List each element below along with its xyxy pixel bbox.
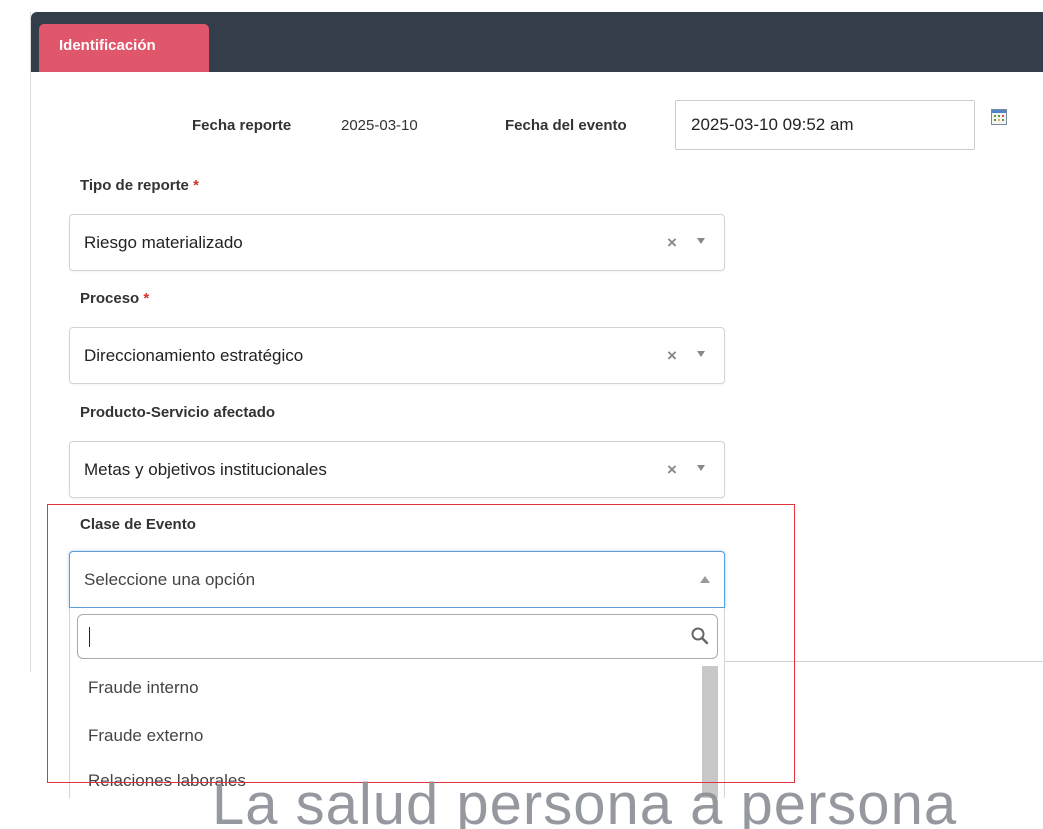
fecha-evento-label: Fecha del evento: [505, 117, 627, 134]
watermark-slogan: La salud persona a persona: [212, 772, 958, 829]
producto-select[interactable]: Metas y objetivos institucionales ×: [69, 441, 725, 498]
clase-evento-label: Clase de Evento: [80, 516, 196, 533]
chevron-down-icon[interactable]: [697, 351, 705, 357]
chevron-up-icon[interactable]: [700, 576, 710, 583]
proceso-select[interactable]: Direccionamiento estratégico ×: [69, 327, 725, 384]
clear-icon[interactable]: ×: [667, 442, 677, 497]
search-icon: [691, 627, 709, 645]
chevron-down-icon[interactable]: [697, 465, 705, 471]
clase-evento-dropdown: Fraude interno Fraude externo Relaciones…: [69, 608, 725, 798]
tipo-reporte-select[interactable]: Riesgo materializado ×: [69, 214, 725, 271]
dropdown-option[interactable]: Fraude externo: [88, 726, 203, 746]
clase-evento-placeholder: Seleccione una opción: [84, 570, 256, 589]
chevron-down-icon[interactable]: [697, 238, 705, 244]
fecha-evento-input[interactable]: 2025-03-10 09:52 am: [675, 100, 975, 150]
clear-icon[interactable]: ×: [667, 215, 677, 270]
producto-value: Metas y objetivos institucionales: [84, 460, 327, 479]
dropdown-option[interactable]: Fraude interno: [88, 678, 199, 698]
required-mark: *: [143, 290, 150, 307]
tipo-reporte-label: Tipo de reporte *: [80, 177, 199, 194]
dropdown-search-input[interactable]: [77, 614, 718, 659]
tipo-reporte-value: Riesgo materializado: [84, 233, 243, 252]
calendar-icon[interactable]: [991, 109, 1007, 125]
proceso-value: Direccionamiento estratégico: [84, 346, 304, 365]
text-cursor: [89, 627, 90, 647]
required-mark: *: [193, 177, 199, 194]
tab-bar: Identificación: [31, 12, 1043, 72]
producto-label: Producto-Servicio afectado: [80, 404, 276, 421]
clear-icon[interactable]: ×: [667, 328, 677, 383]
clase-evento-select[interactable]: Seleccione una opción: [69, 551, 725, 608]
fecha-reporte-label: Fecha reporte: [192, 117, 292, 134]
fecha-reporte-value: 2025-03-10: [341, 117, 418, 134]
proceso-label: Proceso *: [80, 290, 150, 307]
tab-identificacion[interactable]: Identificación: [39, 24, 209, 72]
divider: [725, 661, 1043, 662]
